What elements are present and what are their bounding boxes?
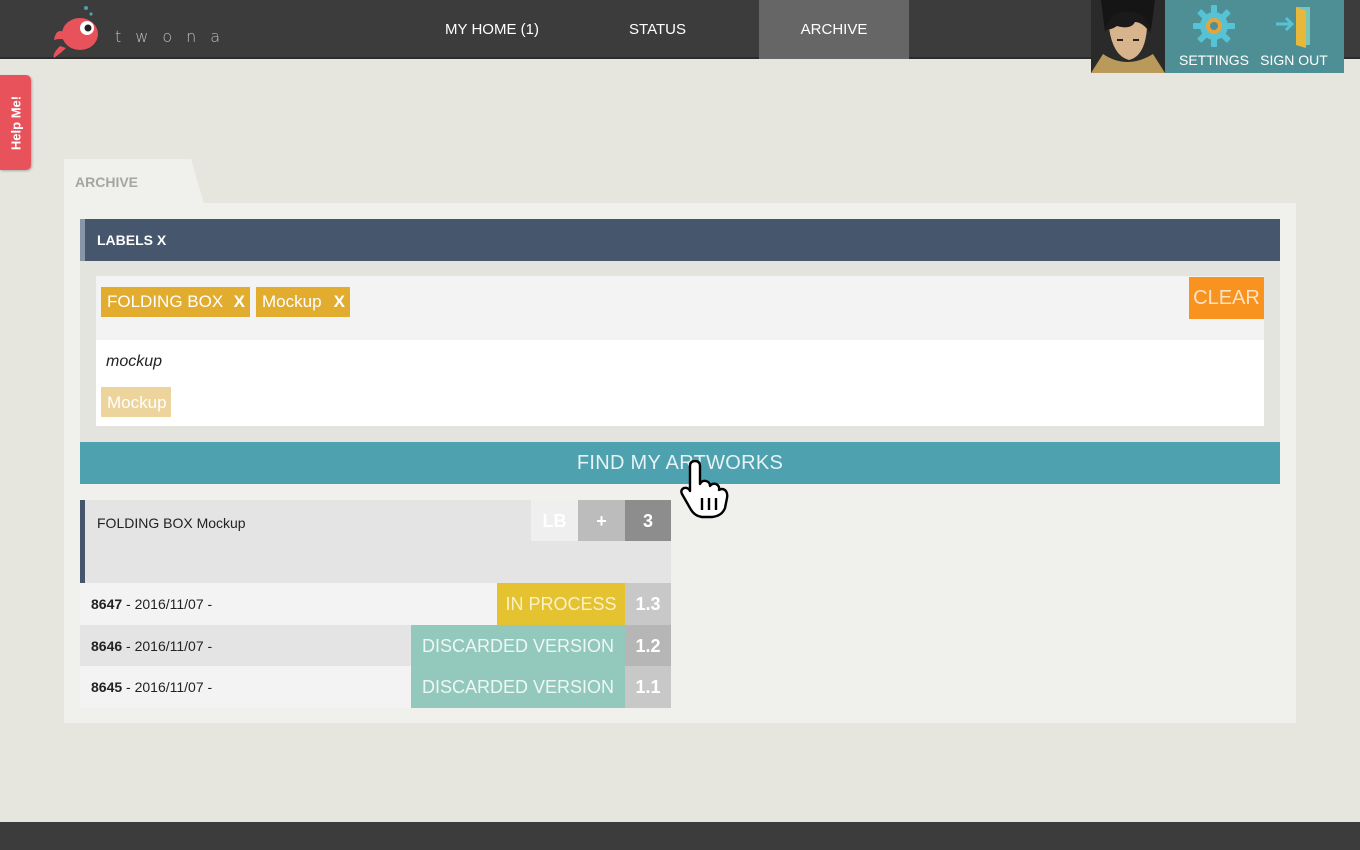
version-count-badge: 3 xyxy=(625,500,671,541)
settings-button[interactable]: SETTINGS xyxy=(1177,0,1251,73)
archive-tab[interactable]: ARCHIVE xyxy=(64,159,204,204)
status-badge: DISCARDED VERSION xyxy=(411,666,625,708)
labels-header-title: LABELS X xyxy=(97,232,167,248)
version-info: 8645 - 2016/11/07 - xyxy=(91,679,212,695)
version-row[interactable]: 8646 - 2016/11/07 - DISCARDED VERSION 1.… xyxy=(80,625,671,667)
user-actions-panel: SETTINGS SIGN OUT xyxy=(1165,0,1344,73)
artwork-id: 8645 xyxy=(91,679,123,695)
sign-out-label: SIGN OUT xyxy=(1260,52,1328,68)
logo-wordmark: twona xyxy=(115,27,235,46)
hand-pointer-cursor-icon xyxy=(680,460,729,519)
artwork-date: - 2016/11/07 - xyxy=(122,638,213,654)
version-number: 1.1 xyxy=(625,666,671,708)
version-number: 1.2 xyxy=(625,625,671,667)
version-row[interactable]: 8645 - 2016/11/07 - DISCARDED VERSION 1.… xyxy=(80,666,671,708)
version-row[interactable]: 8647 - 2016/11/07 - IN PROCESS 1.3 xyxy=(80,583,671,625)
sign-out-button[interactable]: SIGN OUT xyxy=(1257,0,1331,73)
label-search-input[interactable] xyxy=(106,350,406,374)
twona-fish-logo[interactable] xyxy=(50,2,110,60)
nav-archive[interactable]: ARCHIVE xyxy=(759,0,909,59)
labels-header[interactable]: LABELS X xyxy=(80,219,1280,261)
label-suggestion-mockup[interactable]: Mockup xyxy=(101,387,171,417)
label-tag-mockup: Mockup X xyxy=(256,287,350,317)
avatar-image xyxy=(1091,0,1165,73)
clear-labels-button[interactable]: CLEAR xyxy=(1189,277,1264,319)
version-info: 8647 - 2016/11/07 - xyxy=(91,596,212,612)
remove-label-button[interactable]: X xyxy=(234,287,245,317)
artwork-date: - 2016/11/07 - xyxy=(122,679,213,695)
artwork-date: - 2016/11/07 - xyxy=(122,596,213,612)
result-group-title: FOLDING BOX Mockup xyxy=(97,515,246,531)
artwork-id: 8646 xyxy=(91,638,123,654)
remove-label-button[interactable]: X xyxy=(334,287,345,317)
label-tag-text: Mockup xyxy=(262,292,322,311)
nav-my-home[interactable]: MY HOME (1) xyxy=(422,0,562,59)
label-tag-folding-box: FOLDING BOX X xyxy=(101,287,250,317)
version-info: 8646 - 2016/11/07 - xyxy=(91,638,212,654)
settings-label: SETTINGS xyxy=(1178,52,1249,68)
nav-status[interactable]: STATUS xyxy=(590,0,725,59)
lb-button[interactable]: LB xyxy=(531,500,578,541)
door-exit-icon xyxy=(1276,7,1310,48)
version-number: 1.3 xyxy=(625,583,671,625)
status-badge: IN PROCESS xyxy=(497,583,625,625)
help-me-label: Help Me! xyxy=(8,95,23,150)
help-me-tab[interactable]: Help Me! xyxy=(0,75,31,170)
footer-bar xyxy=(0,822,1360,850)
gear-icon xyxy=(1193,5,1235,47)
result-group-header[interactable]: FOLDING BOX Mockup LB + 3 xyxy=(80,500,671,583)
artwork-id: 8647 xyxy=(91,596,123,612)
archive-tab-label: ARCHIVE xyxy=(75,174,139,190)
add-version-button[interactable]: + xyxy=(578,500,625,541)
user-avatar[interactable] xyxy=(1091,0,1165,73)
status-badge: DISCARDED VERSION xyxy=(411,625,625,667)
label-tag-text: FOLDING BOX xyxy=(107,292,224,311)
